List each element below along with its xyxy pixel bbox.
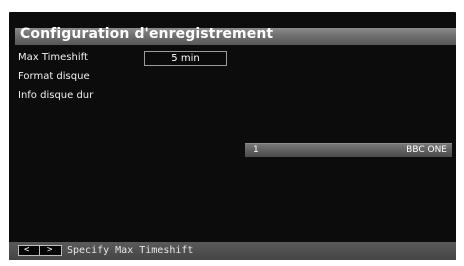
- channel-banner: 1 BBC ONE: [245, 143, 452, 157]
- key-divider: [39, 246, 40, 255]
- menu-item-info-disque-dur[interactable]: Info disque dur: [18, 90, 93, 101]
- menu-item-format-disque[interactable]: Format disque: [18, 71, 90, 82]
- footer-hint: Specify Max Timeshift: [67, 245, 194, 256]
- format-disque-label: Format disque: [18, 71, 90, 82]
- max-timeshift-value[interactable]: 5 min: [144, 51, 227, 66]
- menu-title: Configuration d'enregistrement: [20, 26, 274, 42]
- recording-settings-panel: Configuration d'enregistrement Max Times…: [9, 12, 456, 260]
- tv-screen: Configuration d'enregistrement Max Times…: [0, 0, 464, 266]
- left-arrow-key: <: [24, 245, 30, 255]
- channel-number: 1: [253, 145, 259, 155]
- menu-item-max-timeshift[interactable]: Max Timeshift: [18, 52, 88, 63]
- info-disque-dur-label: Info disque dur: [18, 90, 94, 101]
- help-footer: < > Specify Max Timeshift: [9, 242, 456, 260]
- max-timeshift-label: Max Timeshift: [18, 52, 88, 63]
- channel-name: BBC ONE: [406, 145, 447, 155]
- right-arrow-key: >: [47, 245, 53, 255]
- title-bar: Configuration d'enregistrement: [15, 26, 456, 45]
- left-right-keys-icon: < >: [18, 245, 62, 256]
